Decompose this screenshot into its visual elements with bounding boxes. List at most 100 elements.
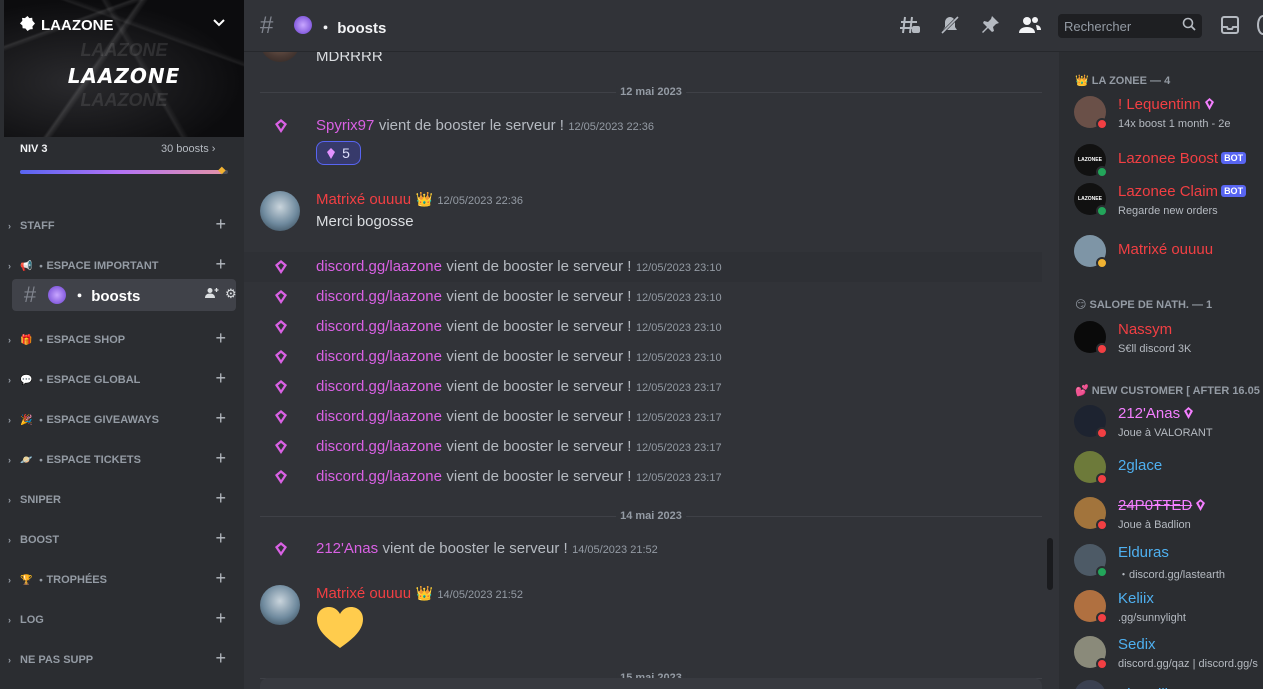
reaction-button[interactable]: 5 (316, 141, 361, 165)
category-espace-giveaways[interactable]: › 🎉 ・ ESPACE GIVEAWAYS + (8, 408, 236, 430)
booster-username[interactable]: discord.gg/laazone (316, 438, 442, 455)
channel-boosts[interactable]: # ・ boosts ⚙ (12, 279, 237, 311)
member-item[interactable]: Elduras ・discord.gg/lastearth (1059, 538, 1263, 582)
category-ne-pas-supp[interactable]: › NE PAS SUPP + (8, 648, 236, 670)
chevron-right-icon: › (8, 615, 11, 625)
group-emoji: 👑 (1075, 75, 1089, 87)
server-name-button[interactable]: LAAZONE (20, 16, 114, 35)
booster-username[interactable]: discord.gg/laazone (316, 468, 442, 485)
boost-gem-icon (275, 119, 287, 133)
member-group-header: 😏 SALOPE DE NATH. — 1 (1075, 298, 1212, 311)
message-username[interactable]: Matrixé ouuuu (316, 585, 411, 602)
boost-action-text: vient de booster le serveur ! (446, 348, 632, 365)
category-staff[interactable]: › STAFF + (8, 214, 236, 236)
avatar[interactable] (260, 585, 300, 625)
booster-username[interactable]: discord.gg/laazone (316, 408, 442, 425)
message-username[interactable]: Matrixé ouuuu (316, 191, 411, 208)
category-espace-shop[interactable]: › 🎁 ・ ESPACE SHOP + (8, 328, 236, 350)
boost-action-text: vient de booster le serveur ! (446, 378, 632, 395)
boost-system-message: discord.gg/laazone vient de booster le s… (244, 372, 1042, 402)
member-list-icon[interactable] (1018, 15, 1042, 41)
message-composer[interactable] (260, 678, 1042, 689)
member-item[interactable]: ! Lequentinn 14x boost 1 month - 2e (1059, 90, 1263, 134)
category-emoji: 🏆 (20, 574, 33, 586)
add-channel-icon[interactable]: + (215, 328, 226, 349)
help-icon[interactable] (1257, 15, 1263, 35)
member-item[interactable]: Matrixé ouuuu (1059, 229, 1263, 273)
add-channel-icon[interactable]: + (215, 254, 226, 275)
hashtag-icon: # (260, 12, 274, 39)
banner-logo-text: LAAZONE (67, 64, 181, 88)
boost-gem-icon (275, 260, 287, 274)
member-group-header: 👑 LA ZONEE — 4 (1075, 74, 1170, 87)
add-channel-icon[interactable]: + (215, 448, 226, 469)
member-item[interactable]: Keliix .gg/sunnylight (1059, 584, 1263, 628)
member-name: Nassym (1118, 321, 1172, 338)
gear-icon[interactable]: ⚙ (225, 286, 237, 302)
booster-username[interactable]: 212'Anas (316, 540, 378, 557)
member-item[interactable]: LAZONEE Lazonee Claim BOT Regarde new order… (1059, 177, 1263, 221)
booster-username[interactable]: discord.gg/laazone (316, 258, 442, 275)
member-item[interactable]: LAZONEE Lazonee Boost BOT (1059, 138, 1263, 182)
member-item[interactable]: 212'Anas Joue à VALORANT (1059, 399, 1263, 443)
channel-title: ・ boosts (318, 17, 386, 38)
timestamp: 12/05/2023 23:10 (635, 322, 722, 334)
search-icon (1182, 17, 1196, 34)
search-input[interactable] (1058, 14, 1178, 38)
inbox-icon[interactable] (1220, 15, 1240, 41)
boost-action-text: vient de booster le serveur ! (446, 468, 632, 485)
booster-username[interactable]: discord.gg/laazone (316, 318, 442, 335)
avatar-logo-text: LAZONEE (1078, 157, 1102, 163)
status-dnd-indicator (1096, 118, 1108, 130)
add-channel-icon[interactable]: + (215, 648, 226, 669)
server-badge-icon (20, 16, 35, 35)
group-label: SALOPE DE NATH. — 1 (1089, 299, 1213, 311)
pin-icon[interactable] (980, 15, 1000, 41)
category-espace-global[interactable]: › 💬 ・ ESPACE GLOBAL + (8, 368, 236, 390)
add-channel-icon[interactable]: + (215, 528, 226, 549)
mute-notifications-icon[interactable] (940, 15, 960, 41)
booster-username[interactable]: discord.gg/laazone (316, 288, 442, 305)
member-name: Keliix (1118, 590, 1154, 607)
category-prefix: ・ (35, 335, 47, 347)
date-label: 14 mai 2023 (616, 510, 686, 522)
message-scrollbar[interactable] (1047, 538, 1053, 590)
member-item[interactable]: 2glace (1059, 445, 1263, 489)
channel-label: boosts (91, 287, 141, 305)
search-box[interactable] (1058, 14, 1202, 38)
add-channel-icon[interactable]: + (215, 608, 226, 629)
category-troph-es[interactable]: › 🏆 ・ TROPHÉES + (8, 568, 236, 590)
category-sniper[interactable]: › SNIPER + (8, 488, 236, 510)
category-espace-important[interactable]: › 📢 ・ ESPACE IMPORTANT + (8, 254, 236, 276)
add-channel-icon[interactable]: + (215, 488, 226, 509)
boost-gem-icon (275, 290, 287, 304)
create-invite-icon[interactable] (205, 287, 219, 302)
category-espace-tickets[interactable]: › 🪐 ・ ESPACE TICKETS + (8, 448, 236, 470)
booster-username[interactable]: discord.gg/laazone (316, 348, 442, 365)
add-channel-icon[interactable]: + (215, 408, 226, 429)
member-item[interactable]: 24P0ŦŦED Joue à Badlion (1059, 491, 1263, 535)
member-item[interactable]: Sedix discord.gg/qaz | discord.gg/s (1059, 630, 1263, 674)
member-item[interactable]: Nassym S€ll discord 3K (1059, 315, 1263, 359)
add-channel-icon[interactable]: + (215, 214, 226, 235)
avatar[interactable] (260, 191, 300, 231)
avatar[interactable] (260, 52, 300, 62)
status-dnd-indicator (1096, 427, 1108, 439)
threads-icon[interactable] (899, 15, 921, 41)
boost-line: discord.gg/laazone vient de booster le s… (316, 378, 722, 396)
category-label: SNIPER (20, 494, 61, 506)
boost-count-link[interactable]: 30 boosts › (161, 143, 215, 155)
category-label: ESPACE SHOP (46, 334, 126, 346)
category-prefix: ・ (35, 415, 47, 427)
add-channel-icon[interactable]: + (215, 568, 226, 589)
boost-gem-icon (275, 542, 287, 556)
member-name-text: Lazonee Claim (1118, 183, 1219, 200)
category-boost[interactable]: › BOOST + (8, 528, 236, 550)
member-activity: discord.gg/qaz | discord.gg/s (1118, 658, 1258, 670)
booster-username[interactable]: Spyrix97 (316, 117, 374, 134)
server-menu-chevron-icon[interactable] (212, 16, 226, 33)
add-channel-icon[interactable]: + (215, 368, 226, 389)
category-log[interactable]: › LOG + (8, 608, 236, 630)
booster-username[interactable]: discord.gg/laazone (316, 378, 442, 395)
member-item[interactable]: The Kill (1059, 674, 1263, 689)
